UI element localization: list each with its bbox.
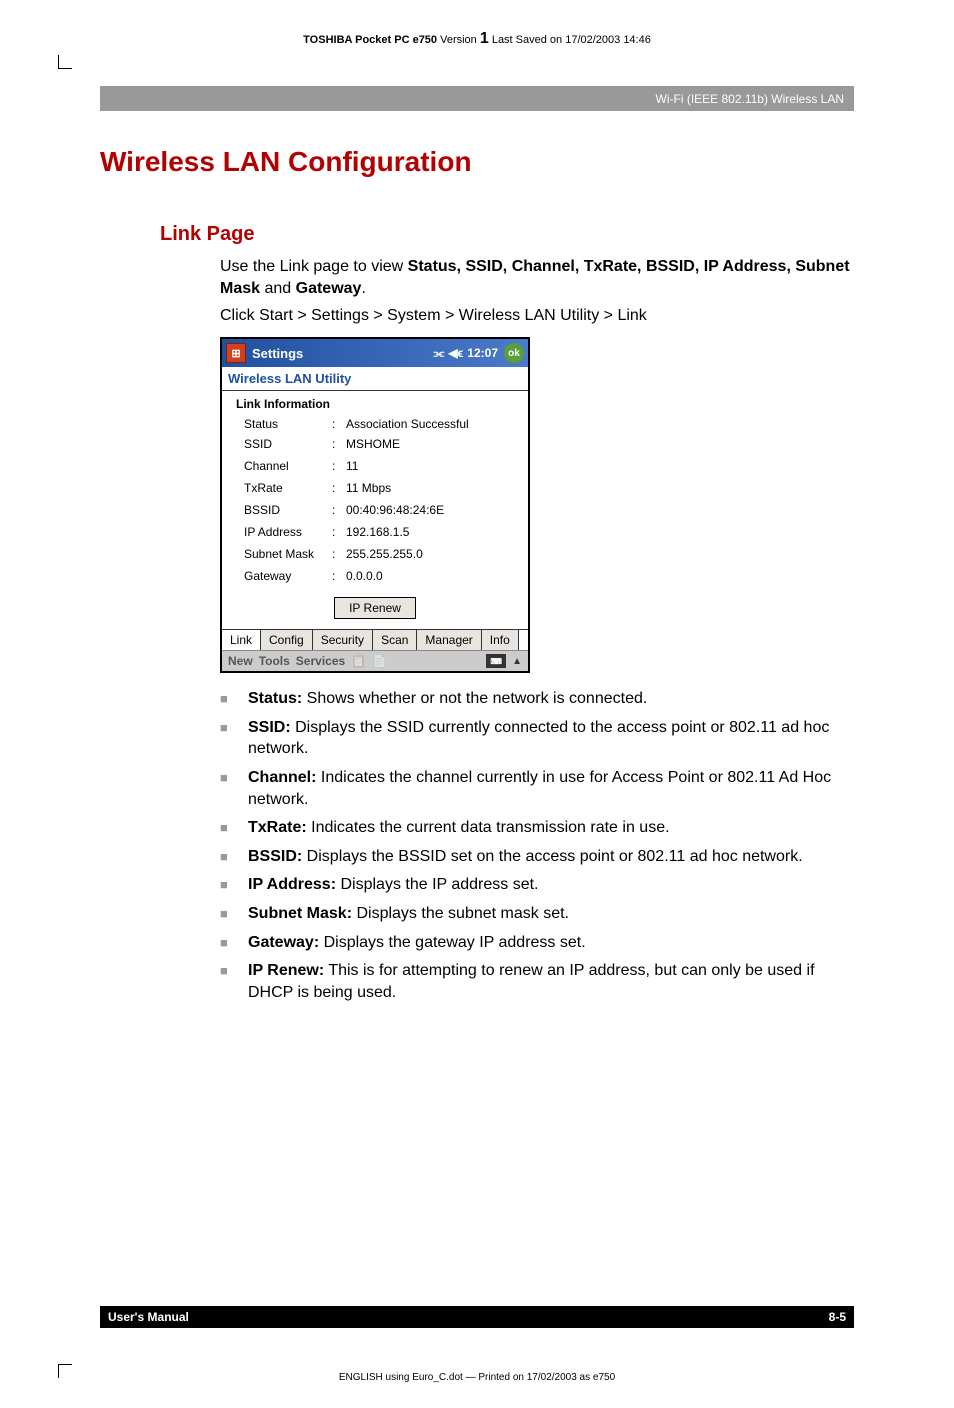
header-saved: Last Saved on 17/02/2003 14:46	[489, 34, 651, 46]
tab-link[interactable]: Link	[222, 630, 261, 650]
page-header: TOSHIBA Pocket PC e750 Version 1 Last Sa…	[100, 30, 854, 48]
clock-time: 12:07	[467, 346, 498, 360]
title-app: Settings	[252, 346, 303, 361]
info-row: TxRate:11 Mbps	[222, 479, 528, 501]
bullet-term: BSSID:	[248, 848, 302, 865]
app-title: Wireless LAN Utility	[222, 367, 528, 391]
bullet-marker: ■	[220, 846, 248, 868]
bullet-desc: Shows whether or not the network is conn…	[302, 690, 647, 707]
menu-services[interactable]: Services	[296, 654, 345, 668]
bullet-marker: ■	[220, 717, 248, 760]
paste-icon: 📄	[372, 654, 387, 668]
arrow-up-icon[interactable]: ▲	[512, 656, 522, 667]
bullet-term: Subnet Mask:	[248, 905, 352, 922]
sound-icon[interactable]: ◀ϵ	[448, 346, 463, 360]
crop-mark	[58, 55, 72, 69]
footer-left: User's Manual	[108, 1310, 189, 1324]
tab-security[interactable]: Security	[313, 630, 373, 650]
status-icons: ⫘ ◀ϵ 12:07	[434, 346, 499, 361]
sub-heading: Link Page	[160, 223, 854, 246]
tab-manager[interactable]: Manager	[417, 630, 481, 650]
bullet-term: SSID:	[248, 719, 291, 736]
intro-text: Use the Link page to view Status, SSID, …	[220, 256, 854, 299]
bullet-term: IP Address:	[248, 876, 336, 893]
info-row: SSID:MSHOME	[222, 437, 528, 457]
crop-mark	[58, 1364, 72, 1378]
bullet-term: TxRate:	[248, 819, 307, 836]
intro-prefix: Use the Link page to view	[220, 258, 408, 275]
header-product: TOSHIBA Pocket PC e750	[303, 34, 437, 46]
info-row: IP Address:192.168.1.5	[222, 523, 528, 545]
section-title: Link Information	[222, 391, 528, 415]
page-footer-text: ENGLISH using Euro_C.dot — Printed on 17…	[100, 1372, 854, 1383]
bullet-marker: ■	[220, 960, 248, 1003]
connection-icon[interactable]: ⫘	[434, 346, 445, 361]
bullet-desc: Indicates the channel currently in use f…	[248, 769, 831, 808]
bullet-marker: ■	[220, 932, 248, 954]
menu-new[interactable]: New	[228, 654, 253, 668]
header-version-number: 1	[480, 30, 489, 47]
bullet-term: Status:	[248, 690, 302, 707]
bullet-marker: ■	[220, 767, 248, 810]
start-icon[interactable]: ⊞	[226, 343, 246, 363]
bullet-item: ■IP Renew: This is for attempting to ren…	[220, 960, 854, 1003]
tab-scan[interactable]: Scan	[373, 630, 417, 650]
footer-right: 8-5	[829, 1310, 846, 1324]
info-row: BSSID:00:40:96:48:24:6E	[222, 501, 528, 523]
ip-renew-button[interactable]: IP Renew	[334, 597, 416, 619]
intro-mid: and	[260, 280, 296, 297]
bullet-desc: This is for attempting to renew an IP ad…	[248, 962, 815, 1001]
intro-bold2: Gateway	[296, 280, 362, 297]
bullet-desc: Displays the gateway IP address set.	[319, 934, 586, 951]
footer-bar: User's Manual 8-5	[100, 1306, 854, 1328]
bullet-item: ■IP Address: Displays the IP address set…	[220, 874, 854, 896]
keyboard-icon[interactable]: ⌨	[486, 654, 506, 668]
bullet-item: ■SSID: Displays the SSID currently conne…	[220, 717, 854, 760]
breadcrumb-bar: Wi-Fi (IEEE 802.11b) Wireless LAN	[100, 86, 854, 111]
bullet-term: IP Renew:	[248, 962, 324, 979]
info-row: Status:Association Successful	[222, 415, 528, 437]
menu-tools[interactable]: Tools	[259, 654, 290, 668]
info-row: Subnet Mask:255.255.255.0	[222, 545, 528, 567]
bullet-marker: ■	[220, 903, 248, 925]
bullet-item: ■Gateway: Displays the gateway IP addres…	[220, 932, 854, 954]
tab-config[interactable]: Config	[261, 630, 313, 650]
bullet-term: Channel:	[248, 769, 316, 786]
header-version-label: Version	[437, 34, 480, 46]
bullet-desc: Displays the subnet mask set.	[352, 905, 569, 922]
info-row: Channel:11	[222, 457, 528, 479]
clipboard-icon: 📋	[351, 654, 366, 668]
bullet-marker: ■	[220, 874, 248, 896]
bullet-item: ■Subnet Mask: Displays the subnet mask s…	[220, 903, 854, 925]
tab-strip: Link Config Security Scan Manager Info	[222, 629, 528, 650]
bullet-item: ■BSSID: Displays the BSSID set on the ac…	[220, 846, 854, 868]
bullet-item: ■Status: Shows whether or not the networ…	[220, 688, 854, 710]
device-screenshot: ⊞ Settings ⫘ ◀ϵ 12:07 ok Wireless LAN Ut…	[220, 337, 530, 673]
bullet-desc: Displays the BSSID set on the access poi…	[302, 848, 802, 865]
info-rows: Status:Association Successful SSID:MSHOM…	[222, 415, 528, 589]
tab-info[interactable]: Info	[482, 630, 519, 650]
bullet-desc: Displays the IP address set.	[336, 876, 538, 893]
info-row: Gateway:0.0.0.0	[222, 567, 528, 589]
breadcrumb-text: Wi-Fi (IEEE 802.11b) Wireless LAN	[656, 92, 845, 106]
bullet-marker: ■	[220, 688, 248, 710]
bullet-item: ■Channel: Indicates the channel currentl…	[220, 767, 854, 810]
bullet-marker: ■	[220, 817, 248, 839]
bullet-list: ■Status: Shows whether or not the networ…	[220, 688, 854, 1003]
bullet-desc: Indicates the current data transmission …	[307, 819, 670, 836]
bullet-desc: Displays the SSID currently connected to…	[248, 719, 829, 758]
intro-suffix: .	[361, 280, 365, 297]
bottom-bar: New Tools Services 📋 📄 ⌨ ▲	[222, 650, 528, 671]
ok-button[interactable]: ok	[504, 343, 524, 363]
title-bar: ⊞ Settings ⫘ ◀ϵ 12:07 ok	[222, 339, 528, 367]
bullet-item: ■TxRate: Indicates the current data tran…	[220, 817, 854, 839]
main-heading: Wireless LAN Configuration	[100, 146, 854, 178]
bullet-term: Gateway:	[248, 934, 319, 951]
nav-path: Click Start > Settings > System > Wirele…	[220, 307, 854, 325]
